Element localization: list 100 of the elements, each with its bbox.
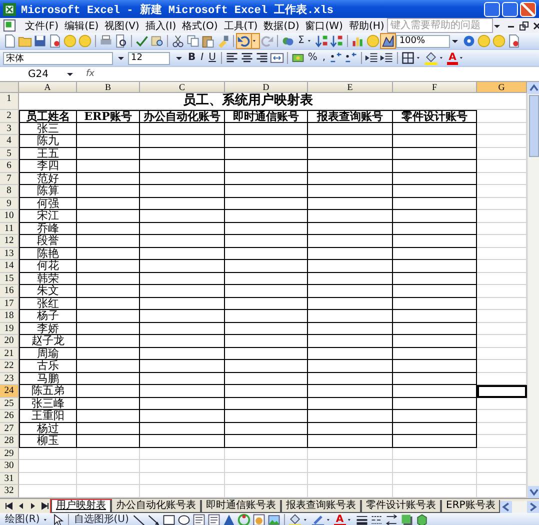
name-box[interactable]: G24 — [0, 68, 66, 80]
font-dropdown[interactable]: 宋体 — [3, 52, 113, 64]
autosum-button[interactable]: Σ — [296, 34, 306, 48]
row-header[interactable]: 17 — [0, 298, 19, 310]
row-header[interactable]: 22 — [0, 360, 19, 372]
table-cell: 李娇 — [19, 322, 77, 335]
table-cell: 范好 — [19, 172, 77, 185]
column-heading: 员工姓名 — [19, 110, 77, 122]
table-cell: 张红 — [19, 298, 77, 310]
table-cell: 何强 — [19, 198, 77, 210]
column-heading: 零件设计账号 — [393, 110, 477, 122]
column-header[interactable]: G — [477, 82, 527, 93]
text-style-button[interactable]: U — [206, 51, 218, 65]
row-header[interactable]: 4 — [0, 135, 19, 148]
sheet-tab[interactable]: ERP账号表 — [441, 500, 500, 512]
column-header[interactable]: F — [393, 82, 477, 93]
row-header[interactable]: 32 — [0, 485, 19, 498]
table-cell: 周瑜 — [19, 348, 77, 360]
autoshapes-menu[interactable]: 自选图形(U) — [72, 513, 131, 525]
menu-item[interactable]: 编辑(E) — [62, 18, 102, 32]
table-cell: 段誉 — [19, 235, 77, 248]
sheet-tab[interactable]: 零件设计账号表 — [361, 500, 441, 512]
row-header[interactable]: 11 — [0, 222, 19, 235]
row-header[interactable]: 1 — [0, 93, 19, 110]
row-header[interactable]: 5 — [0, 148, 19, 160]
column-heading: 报表查询账号 — [308, 110, 393, 122]
table-cell: 王重阳 — [19, 410, 77, 422]
column-header[interactable]: A — [19, 82, 77, 93]
menu-item[interactable]: 工具(T) — [220, 18, 261, 32]
row-header[interactable]: 13 — [0, 248, 19, 260]
row-header[interactable]: 14 — [0, 260, 19, 272]
function-label[interactable]: fx — [76, 69, 106, 79]
table-cell: 张三峰 — [19, 398, 77, 410]
column-header[interactable]: C — [140, 82, 225, 93]
text-style-button[interactable]: I — [198, 51, 206, 65]
row-header[interactable]: 28 — [0, 435, 19, 448]
table-cell: 杨子 — [19, 310, 77, 322]
zoom-dropdown[interactable]: 100% — [396, 34, 450, 48]
row-header[interactable]: 2 — [0, 110, 19, 122]
row-header[interactable]: 26 — [0, 410, 19, 422]
sheet-tab[interactable]: 报表查询账号表 — [281, 500, 361, 512]
row-header[interactable]: 29 — [0, 448, 19, 460]
row-header[interactable]: 6 — [0, 160, 19, 172]
row-header[interactable]: 15 — [0, 272, 19, 285]
window-title: Microsoft Excel - 新建 Microsoft Excel 工作表.xls — [21, 2, 334, 16]
column-heading: ERP账号 — [77, 110, 140, 122]
row-header[interactable]: 20 — [0, 335, 19, 348]
sheet-tab[interactable]: 用户映射表 — [51, 500, 111, 512]
row-header[interactable]: 23 — [0, 372, 19, 385]
row-header[interactable]: 18 — [0, 310, 19, 322]
table-cell: 何花 — [19, 260, 77, 272]
column-header[interactable]: D — [225, 82, 308, 93]
menu-item[interactable]: 插入(I) — [142, 18, 180, 32]
menu-item[interactable]: 帮助(H) — [346, 18, 388, 32]
help-search-field[interactable]: 键入需要帮助的问题 — [387, 18, 494, 33]
row-header[interactable]: 24 — [0, 385, 19, 398]
column-header[interactable]: E — [308, 82, 393, 93]
menu-item[interactable]: 视图(V) — [102, 18, 142, 32]
table-cell: 张三 — [19, 122, 77, 135]
menu-item[interactable]: 文件(F) — [22, 18, 62, 32]
table-cell: 柳玉 — [19, 435, 77, 448]
column-header[interactable]: B — [77, 82, 140, 93]
table-cell: 王五 — [19, 148, 77, 160]
row-header[interactable]: 9 — [0, 198, 19, 210]
column-heading: 即时通信账号 — [225, 110, 308, 122]
table-cell: 陈艳 — [19, 248, 77, 260]
table-cell: 古乐 — [19, 360, 77, 372]
font-size-dropdown[interactable]: 12 — [128, 52, 170, 64]
table-cell: 乔峰 — [19, 222, 77, 235]
text-style-button[interactable]: B — [186, 51, 198, 65]
draw-menu[interactable]: 绘图(R) — [3, 513, 42, 525]
row-header[interactable]: 19 — [0, 322, 19, 335]
menu-item[interactable]: 数据(D) — [260, 18, 302, 32]
row-header[interactable]: 30 — [0, 460, 19, 472]
row-header[interactable]: 21 — [0, 348, 19, 360]
row-header[interactable]: 3 — [0, 122, 19, 135]
number-format-button[interactable]: , — [320, 51, 328, 65]
menu-item[interactable]: 格式(O) — [179, 18, 221, 32]
sheet-title: 员工、系统用户映射表 — [19, 93, 477, 110]
table-cell: 宋江 — [19, 210, 77, 222]
row-header[interactable]: 16 — [0, 285, 19, 298]
font-color-button[interactable]: A — [334, 514, 346, 525]
table-cell: 陈算 — [19, 185, 77, 198]
table-cell: 陈九 — [19, 135, 77, 148]
sheet-tab[interactable]: 即时通信账号表 — [201, 500, 281, 512]
table-cell: 韩荣 — [19, 272, 77, 285]
table-cell: 杨过 — [19, 422, 77, 435]
row-header[interactable]: 27 — [0, 422, 19, 435]
table-cell: 赵子龙 — [19, 335, 77, 348]
column-heading: 办公自动化账号 — [140, 110, 225, 122]
row-header[interactable]: 25 — [0, 398, 19, 410]
row-header[interactable]: 31 — [0, 472, 19, 485]
row-header[interactable]: 7 — [0, 172, 19, 185]
menu-item[interactable]: 窗口(W) — [302, 18, 346, 32]
table-cell: 朱文 — [19, 285, 77, 298]
row-header[interactable]: 10 — [0, 210, 19, 222]
sheet-tab[interactable]: 办公自动化账号表 — [111, 500, 201, 512]
number-format-button[interactable]: % — [306, 51, 320, 65]
row-header[interactable]: 8 — [0, 185, 19, 198]
row-header[interactable]: 12 — [0, 235, 19, 248]
